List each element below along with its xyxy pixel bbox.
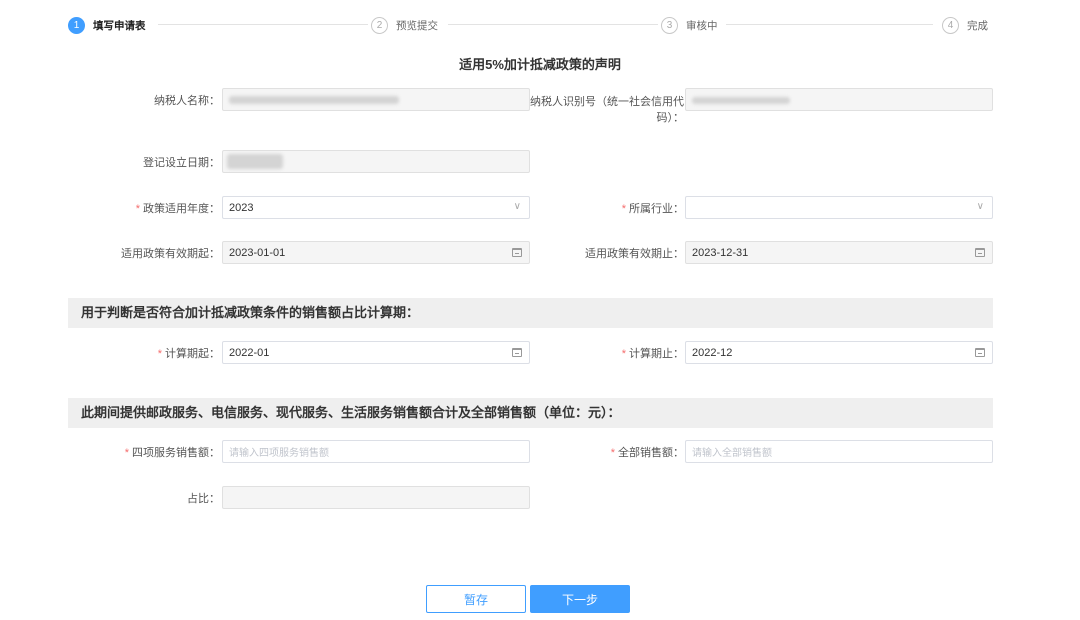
four-services-sales-label: * 四项服务销售额： bbox=[80, 446, 220, 460]
taxpayer-id-field bbox=[685, 88, 993, 111]
chevron-down-icon: ∨ bbox=[513, 201, 521, 212]
step-number: 3 bbox=[661, 16, 678, 34]
step-reviewing: 3 审核中 bbox=[658, 15, 726, 35]
calc-end-date-picker[interactable]: 2022-12 bbox=[685, 341, 993, 364]
four-services-label-text: 四项服务销售额： bbox=[132, 447, 220, 459]
four-services-placeholder: 请输入四项服务销售额 bbox=[229, 448, 329, 459]
calc-end-label: * 计算期止： bbox=[540, 347, 684, 361]
step-number: 2 bbox=[371, 16, 388, 34]
ratio-field bbox=[222, 486, 530, 509]
total-sales-label: * 全部销售额： bbox=[540, 446, 684, 460]
section-sales-title: 此期间提供邮政服务、电信服务、现代服务、生活服务销售额合计及全部销售额（单位：元… bbox=[68, 398, 993, 428]
taxpayer-id-label-line1: 纳税人识别号（统一社会信用代 bbox=[530, 96, 684, 108]
calendar-icon bbox=[975, 248, 985, 257]
calc-start-label-text: 计算期起： bbox=[165, 348, 220, 360]
step-number: 4 bbox=[942, 16, 959, 34]
ratio-label: 占比： bbox=[187, 493, 220, 505]
policy-start-value: 2023-01-01 bbox=[229, 246, 286, 259]
page-title: 适用5%加计抵减政策的声明 bbox=[459, 57, 621, 72]
policy-end-label: 适用政策有效期止： bbox=[585, 248, 684, 260]
calc-end-value: 2022-12 bbox=[692, 346, 733, 359]
policy-end-value: 2023-12-31 bbox=[692, 246, 749, 259]
required-mark: * bbox=[621, 203, 626, 215]
taxpayer-id-label: 纳税人识别号（统一社会信用代 码）： bbox=[510, 94, 684, 126]
calc-start-date-picker[interactable]: 2022-01 bbox=[222, 341, 530, 364]
section-calc-period-title: 用于判断是否符合加计抵减政策条件的销售额占比计算期： bbox=[68, 298, 993, 328]
policy-year-label: * 政策适用年度： bbox=[80, 202, 220, 216]
industry-label-text: 所属行业： bbox=[629, 203, 684, 215]
step-complete: 4 完成 bbox=[936, 15, 988, 35]
next-step-button[interactable]: 下一步 bbox=[530, 585, 630, 613]
step-label: 填写申请表 bbox=[93, 19, 146, 32]
total-sales-placeholder: 请输入全部销售额 bbox=[692, 448, 772, 459]
four-services-sales-input[interactable]: 请输入四项服务销售额 bbox=[222, 440, 530, 463]
redacted-taxpayer-name bbox=[229, 96, 399, 104]
steps-bar: 1 填写申请表 2 预览提交 3 审核中 4 完成 bbox=[68, 15, 993, 35]
policy-start-label: 适用政策有效期起： bbox=[121, 248, 220, 260]
policy-end-date-field: 2023-12-31 bbox=[685, 241, 993, 264]
step-label: 预览提交 bbox=[396, 19, 438, 32]
total-sales-input[interactable]: 请输入全部销售额 bbox=[685, 440, 993, 463]
policy-year-label-text: 政策适用年度： bbox=[143, 203, 220, 215]
step-connector bbox=[448, 24, 658, 25]
policy-start-date-field: 2023-01-01 bbox=[222, 241, 530, 264]
step-label: 审核中 bbox=[686, 19, 718, 32]
step-fill-form: 1 填写申请表 bbox=[68, 15, 154, 35]
calendar-icon bbox=[512, 348, 522, 357]
chevron-down-icon: ∨ bbox=[976, 201, 984, 212]
redacted-register-date bbox=[227, 154, 283, 169]
calc-start-value: 2022-01 bbox=[229, 346, 270, 359]
required-mark: * bbox=[610, 447, 615, 459]
total-sales-label-text: 全部销售额： bbox=[618, 447, 684, 459]
step-connector bbox=[723, 24, 933, 25]
register-date-field bbox=[222, 150, 530, 173]
industry-label: * 所属行业： bbox=[540, 202, 684, 216]
required-mark: * bbox=[124, 447, 129, 459]
required-mark: * bbox=[621, 348, 626, 360]
required-mark: * bbox=[157, 348, 162, 360]
industry-select[interactable]: ∨ bbox=[685, 196, 993, 219]
step-preview-submit: 2 预览提交 bbox=[368, 15, 446, 35]
required-mark: * bbox=[135, 203, 140, 215]
calc-end-label-text: 计算期止： bbox=[629, 348, 684, 360]
taxpayer-name-field bbox=[222, 88, 530, 111]
calendar-icon bbox=[975, 348, 985, 357]
calc-start-label: * 计算期起： bbox=[80, 347, 220, 361]
save-draft-button[interactable]: 暂存 bbox=[426, 585, 526, 613]
policy-year-value: 2023 bbox=[229, 201, 254, 214]
step-number: 1 bbox=[68, 16, 85, 34]
register-date-label: 登记设立日期： bbox=[143, 157, 220, 169]
step-label: 完成 bbox=[967, 19, 988, 32]
taxpayer-name-label: 纳税人名称： bbox=[154, 95, 220, 107]
policy-year-select[interactable]: 2023 ∨ bbox=[222, 196, 530, 219]
calendar-icon bbox=[512, 248, 522, 257]
step-connector bbox=[158, 24, 368, 25]
redacted-taxpayer-id bbox=[692, 97, 790, 104]
taxpayer-id-label-line2: 码）： bbox=[656, 112, 685, 124]
